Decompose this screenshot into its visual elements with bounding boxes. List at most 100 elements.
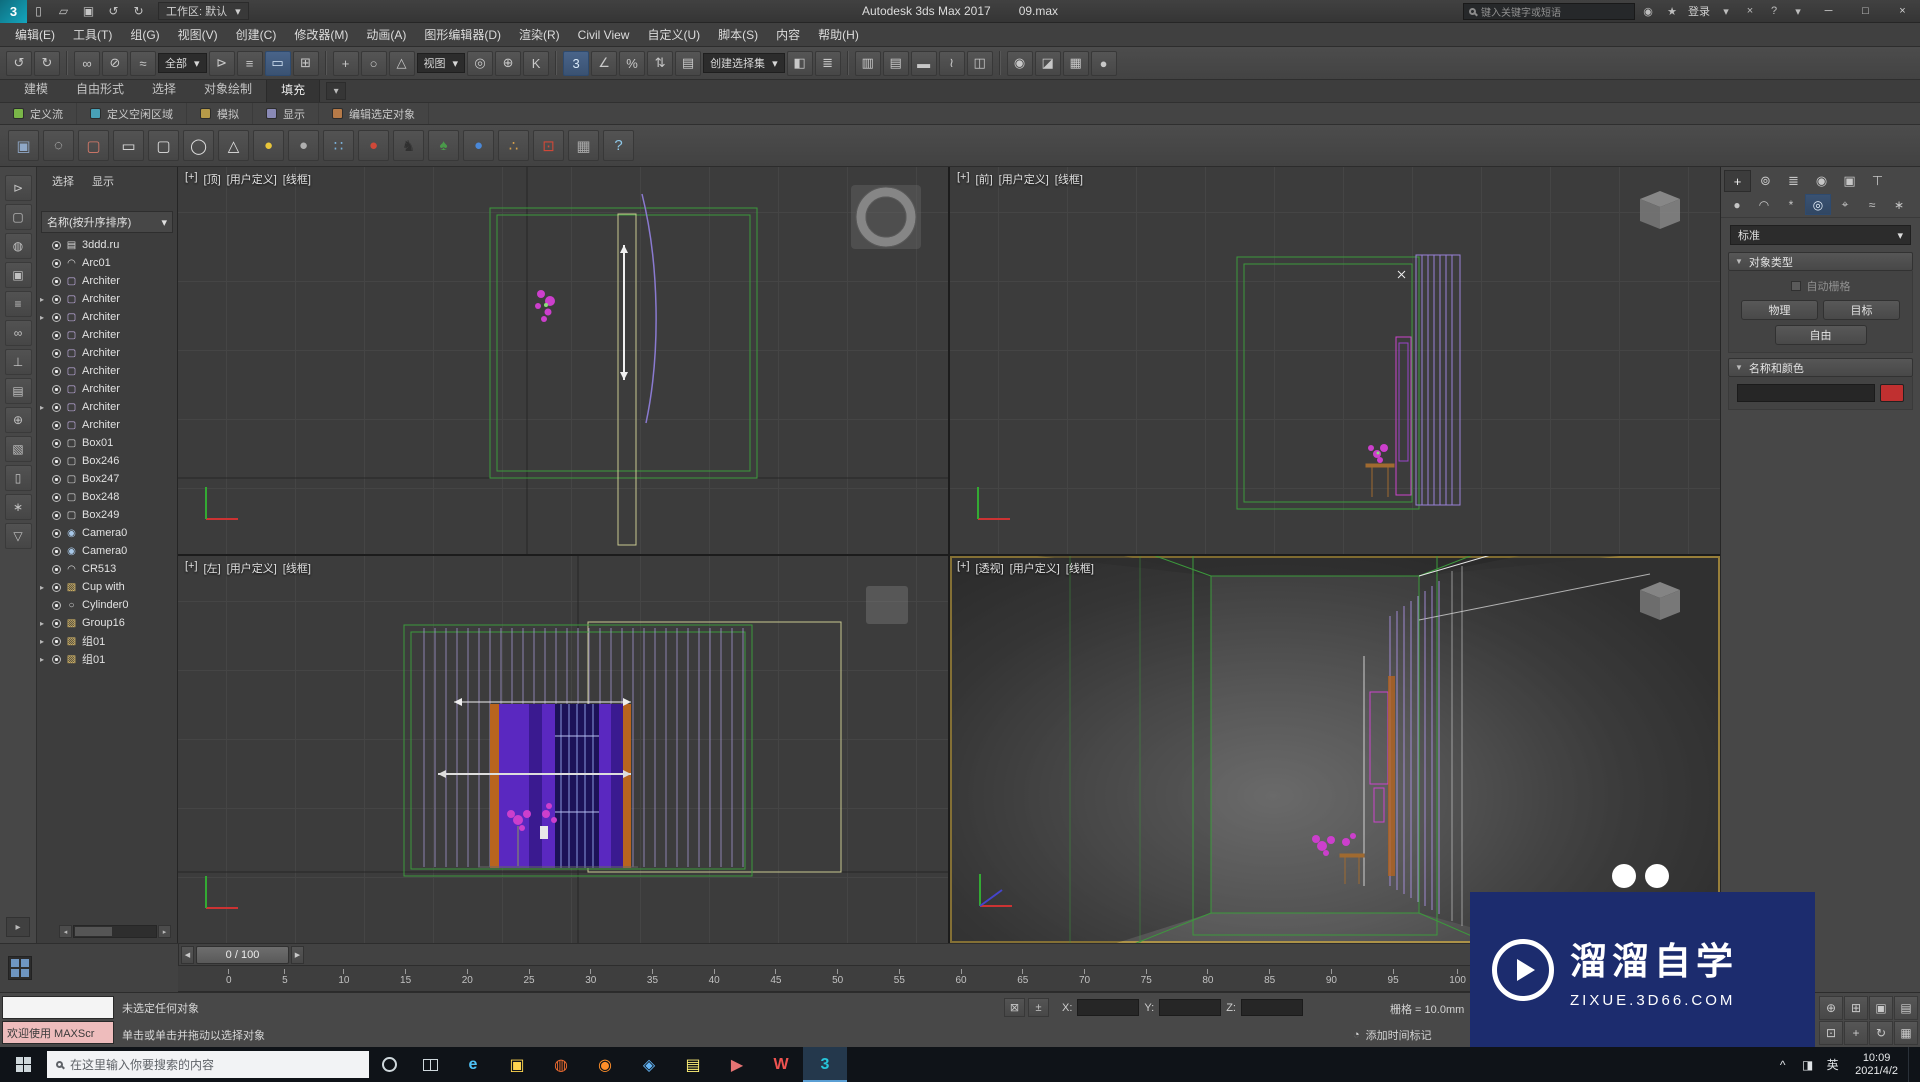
physical-camera-button[interactable]: 物理 xyxy=(1741,300,1818,320)
taskbar-clock[interactable]: 10:09 2021/4/2 xyxy=(1846,1052,1907,1078)
panel-tab-motion-icon[interactable]: ◉ xyxy=(1808,170,1835,192)
foliage-icon[interactable]: ♠ xyxy=(428,130,459,161)
building-icon[interactable]: ▦ xyxy=(568,130,599,161)
menu-customize[interactable]: 自定义(U) xyxy=(638,23,709,46)
wrench-icon[interactable]: ⊥ xyxy=(4,349,32,375)
language-indicator[interactable]: 英 xyxy=(1820,1047,1845,1082)
cabinet-strip[interactable] xyxy=(1388,676,1395,876)
scene-object-row[interactable]: ▢ Box248 xyxy=(37,488,177,506)
minimize-button[interactable]: ─ xyxy=(1811,0,1846,23)
selection-lock-toggle-icon[interactable]: ⊠ xyxy=(1004,998,1025,1017)
viewport-pov-menu[interactable]: [用户定义] xyxy=(999,171,1049,187)
create-spacewarps-icon[interactable]: ≈ xyxy=(1859,194,1885,215)
viewport-menu[interactable]: [+] xyxy=(957,560,970,576)
document-icon[interactable]: ▯ xyxy=(4,465,32,491)
viewport-view-menu[interactable]: [顶] xyxy=(204,171,221,187)
visibility-eye-icon[interactable] xyxy=(52,546,61,556)
expand-arrow-icon[interactable]: ▸ xyxy=(40,637,48,646)
ime-mode-icon[interactable]: ◨ xyxy=(1795,1047,1820,1082)
viewport-shading-menu[interactable]: [线框] xyxy=(1055,171,1083,187)
visibility-eye-icon[interactable] xyxy=(52,636,61,646)
vase-object[interactable] xyxy=(540,826,548,839)
cone-tool-icon[interactable]: △ xyxy=(218,130,249,161)
select-and-rotate-icon[interactable]: ○ xyxy=(360,50,387,76)
z-coordinate-field[interactable] xyxy=(1240,999,1303,1016)
scene-object-row[interactable]: ▸ ▢ Architer xyxy=(37,290,177,308)
visibility-eye-icon[interactable] xyxy=(52,420,61,430)
infocenter-search-input[interactable]: 键入关键字或短语 xyxy=(1463,2,1635,20)
visibility-eye-icon[interactable] xyxy=(52,618,61,628)
visibility-eye-icon[interactable] xyxy=(52,528,61,538)
keyboard-override-icon[interactable]: K xyxy=(523,50,550,76)
viewport-shading-menu[interactable]: [线框] xyxy=(1066,560,1094,576)
scene-object-row[interactable]: ▢ Architer xyxy=(37,344,177,362)
panel-tab-create-icon[interactable]: + xyxy=(1724,170,1751,192)
scene-object-row[interactable]: ▢ Box246 xyxy=(37,452,177,470)
bind-to-space-warp-icon[interactable]: ≈ xyxy=(130,50,156,76)
autogrid-checkbox[interactable] xyxy=(1790,281,1801,291)
create-helpers-icon[interactable]: ⌖ xyxy=(1832,194,1858,215)
use-pivot-center-icon[interactable]: ◎ xyxy=(467,50,494,76)
cortana-button[interactable] xyxy=(369,1047,410,1082)
visibility-eye-icon[interactable] xyxy=(52,348,61,358)
viewport-shading-menu[interactable]: [线框] xyxy=(283,560,311,576)
menu-content[interactable]: 内容 xyxy=(767,23,809,46)
render-setup-icon[interactable]: ◪ xyxy=(1034,50,1061,76)
menu-edit[interactable]: 编辑(E) xyxy=(6,23,64,46)
pan-icon[interactable]: + xyxy=(1844,1021,1868,1045)
cube-icon[interactable]: ▧ xyxy=(4,436,32,462)
scene-object-row[interactable]: ▢ Box247 xyxy=(37,470,177,488)
scene-object-row[interactable]: ▤ 3ddd.ru xyxy=(37,236,177,254)
scene-object-row[interactable]: ▢ Box249 xyxy=(37,506,177,524)
redo-icon[interactable]: ↻ xyxy=(34,50,60,76)
scene-object-row[interactable]: ▢ Architer xyxy=(37,326,177,344)
time-slider-handle[interactable]: 0 / 100 xyxy=(196,946,289,964)
viewport-view-menu[interactable]: [左] xyxy=(204,560,221,576)
visibility-eye-icon[interactable] xyxy=(52,654,61,664)
undo-icon[interactable]: ↺ xyxy=(102,1,125,21)
scroll-right-icon[interactable]: ▸ xyxy=(158,925,171,938)
filter-icon[interactable]: ▽ xyxy=(4,523,32,549)
scene-object-row[interactable]: ▢ Architer xyxy=(37,416,177,434)
x-coordinate-field[interactable] xyxy=(1077,999,1140,1016)
rollout-header[interactable]: ▼ 对象类型 xyxy=(1728,252,1913,271)
viewport-shading-menu[interactable]: [线框] xyxy=(283,171,311,187)
scene-object-row[interactable]: ▢ Box01 xyxy=(37,434,177,452)
start-button[interactable] xyxy=(0,1047,47,1082)
visibility-eye-icon[interactable] xyxy=(52,312,61,322)
expand-arrow-icon[interactable]: ▸ xyxy=(40,295,48,304)
figure-icon[interactable]: ♞ xyxy=(393,130,424,161)
viewport-left[interactable]: [+] [左] [用户定义] [线框] xyxy=(178,556,948,943)
render-production-icon[interactable]: ● xyxy=(1090,50,1117,76)
expand-arrow-icon[interactable]: ▸ xyxy=(40,313,48,322)
visibility-eye-icon[interactable] xyxy=(52,384,61,394)
help-chevron-icon[interactable]: ▾ xyxy=(1787,1,1809,21)
scene-object-row[interactable]: ▢ Architer xyxy=(37,380,177,398)
asterisk-icon[interactable]: ∗ xyxy=(4,494,32,520)
display-monitor-icon[interactable]: ▢ xyxy=(78,130,109,161)
maxscript-listener-field[interactable] xyxy=(2,996,114,1019)
mail-icon[interactable]: ◈ xyxy=(627,1047,671,1082)
select-and-link-icon[interactable]: ∞ xyxy=(74,50,100,76)
expand-arrow-icon[interactable]: ▸ xyxy=(40,619,48,628)
media-player-icon[interactable]: ▶ xyxy=(715,1047,759,1082)
zoom-region-icon[interactable]: ⊡ xyxy=(1819,1021,1843,1045)
menu-scripting[interactable]: 脚本(S) xyxy=(709,23,767,46)
signin-chevron-icon[interactable]: ▾ xyxy=(1715,1,1737,21)
panel-tab-hierarchy-icon[interactable]: ≣ xyxy=(1780,170,1807,192)
zoom-icon[interactable]: ⊕ xyxy=(1819,996,1843,1020)
curtain-object[interactable] xyxy=(490,704,631,868)
target-icon[interactable]: ⊕ xyxy=(4,407,32,433)
curtain-spline[interactable] xyxy=(641,193,657,424)
snaps-toggle-icon[interactable]: 3 xyxy=(563,50,590,76)
workspace-dropdown[interactable]: 工作区: 默认 ▾ xyxy=(158,2,249,20)
named-selection-sets-dropdown[interactable]: 创建选择集 ▾ xyxy=(703,53,785,73)
ribbon-overflow-icon[interactable]: ▾ xyxy=(326,82,347,100)
toggle-scene-explorer-icon[interactable]: ▥ xyxy=(854,50,881,76)
y-coordinate-field[interactable] xyxy=(1159,999,1222,1016)
toggle-layer-explorer-icon[interactable]: ▤ xyxy=(882,50,909,76)
scrollbar-thumb[interactable] xyxy=(75,927,112,936)
select-and-move-icon[interactable]: + xyxy=(332,50,359,76)
visibility-eye-icon[interactable] xyxy=(52,456,61,466)
scatter-grid-icon[interactable]: ∷ xyxy=(323,130,354,161)
